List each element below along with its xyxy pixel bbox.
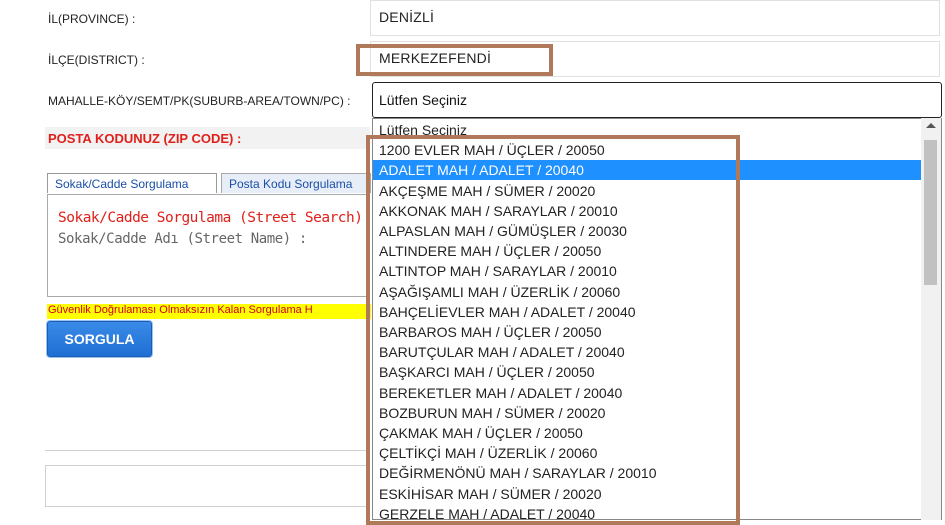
province-label: İL(PROVINCE) :	[48, 12, 136, 26]
district-highlight-box	[356, 44, 553, 76]
street-name-label: Sokak/Cadde Adı (Street Name) :	[58, 231, 307, 247]
scroll-up-arrow-icon[interactable]	[926, 123, 936, 128]
panel-heading: Sokak/Cadde Sorgulama (Street Search)	[58, 210, 363, 226]
tab-street-search[interactable]: Sokak/Cadde Sorgulama	[47, 173, 217, 193]
zip-label: POSTA KODUNUZ (ZIP CODE) :	[48, 131, 242, 146]
sorgula-button[interactable]: SORGULA	[47, 321, 152, 357]
suburb-label: MAHALLE-KÖY/SEMT/PK(SUBURB-AREA/TOWN/PC)…	[48, 94, 351, 108]
divider-2	[45, 465, 370, 466]
divider-3	[45, 506, 370, 507]
scrollbar-thumb[interactable]	[924, 140, 937, 285]
district-label: İLÇE(DISTRICT) :	[48, 53, 145, 67]
suburb-select[interactable]: Lütfen Seçiniz	[372, 82, 942, 118]
province-field[interactable]: DENİZLİ	[370, 0, 940, 36]
left-border	[45, 465, 46, 506]
security-warning: Güvenlik Doğrulaması Olmaksızın Kalan So…	[47, 304, 371, 319]
street-search-panel: Sokak/Cadde Sorgulama (Street Search) So…	[47, 194, 370, 297]
divider-1	[45, 450, 370, 451]
tab-postcode-search[interactable]: Posta Kodu Sorgulama	[221, 173, 371, 193]
options-highlight-box	[366, 135, 740, 525]
